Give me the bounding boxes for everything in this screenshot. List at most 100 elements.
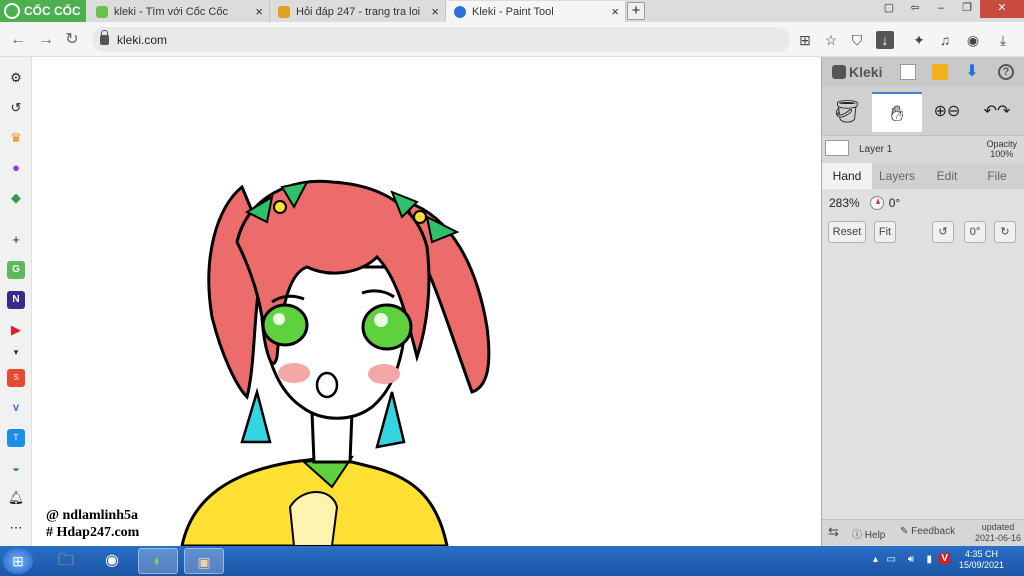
app-window: CỐC CỐC kleki - Tìm với Cốc Cốc × Hỏi đá… — [0, 0, 1024, 576]
profile-icon[interactable]: ◉ — [964, 31, 982, 49]
youtube-icon[interactable]: ▶ — [7, 321, 25, 339]
url-text: kleki.com — [117, 32, 168, 47]
tab-title: kleki - Tìm với Cốc Cốc — [114, 5, 228, 18]
more-icon[interactable]: ⋯ — [7, 519, 25, 537]
game-controller-icon[interactable]: ◆ — [7, 189, 25, 207]
hand-tool-icon[interactable]: ✋︎ — [872, 92, 922, 132]
fit-button[interactable]: Fit — [874, 221, 896, 243]
volume-icon[interactable]: 🔊︎ — [908, 554, 914, 565]
kleki-logo[interactable]: Kleki — [832, 64, 882, 80]
undo-redo-icon[interactable]: ↶↷ — [972, 92, 1022, 132]
bell-icon[interactable]: 🔔︎ — [7, 489, 25, 507]
new-tab-button[interactable]: + — [627, 2, 645, 20]
extensions-icon[interactable]: ✦ — [910, 31, 928, 49]
translate-icon[interactable]: ⊞ — [796, 31, 814, 49]
show-hidden-icons-icon[interactable]: ▴ — [873, 554, 878, 565]
paint-bucket-icon[interactable]: 🪣︎ — [822, 92, 872, 132]
zoom-icon[interactable]: ⊕⊖ — [922, 92, 972, 132]
playlist-icon[interactable]: ♫ — [936, 31, 954, 49]
green-g-icon[interactable]: G — [7, 261, 25, 279]
add-shortcut-icon[interactable]: + — [7, 231, 25, 249]
unikey-icon[interactable]: V — [939, 553, 950, 564]
tab-file[interactable]: File — [972, 163, 1022, 189]
rotate-zero-button[interactable]: 0° — [964, 221, 986, 243]
opacity-value: 100% — [990, 149, 1014, 159]
address-bar: ← → ↻ kleki.com ⊞ ☆ ⛉ ↓ ✦ ♫ ◉ ⤓ — [0, 22, 1024, 57]
tab-hoidap[interactable]: Hỏi đáp 247 - trang tra loi × — [270, 1, 446, 22]
help-icon[interactable]: ? — [998, 64, 1014, 80]
swap-icon[interactable]: ⇆ — [828, 524, 839, 540]
left-eye — [261, 303, 309, 347]
clock-date: 15/09/2021 — [958, 560, 1004, 570]
layer-name: Layer 1 — [859, 144, 893, 155]
new-image-icon[interactable] — [900, 64, 916, 80]
crown-icon[interactable]: ♛ — [7, 129, 25, 147]
open-folder-icon[interactable] — [932, 64, 948, 80]
tab-hand[interactable]: Hand — [822, 163, 872, 189]
vtv-icon[interactable]: V — [7, 399, 25, 417]
start-button[interactable]: ⊞ — [3, 548, 33, 574]
tab-kleki-paint[interactable]: Kleki - Paint Tool × — [446, 1, 626, 22]
tab-kleki-search[interactable]: kleki - Tìm với Cốc Cốc × — [88, 1, 270, 22]
back-arrow-icon[interactable]: ⇦ — [902, 0, 928, 18]
drawing-illustration — [180, 179, 491, 546]
chevron-down-icon[interactable]: ▾ — [7, 343, 25, 361]
downloads-icon[interactable]: ⤓ — [994, 31, 1012, 49]
messenger-icon[interactable]: ● — [7, 159, 25, 177]
bookmark-star-icon[interactable]: ☆ — [822, 31, 840, 49]
chrome-icon[interactable]: ◉ — [92, 548, 132, 574]
angle-value: 0° — [888, 196, 901, 210]
kleki-logo-text: Kleki — [849, 64, 883, 80]
tiki-icon[interactable]: T — [7, 429, 25, 447]
left-blush — [278, 363, 310, 383]
kleki-footer: ⇆ ⓘ Help ✎ Feedback updated 2021-06-16 — [822, 519, 1024, 546]
updated-date: 2021-06-16 — [974, 533, 1021, 543]
coccoc-taskbar-icon[interactable]: ◐ — [138, 548, 178, 574]
compass-icon — [869, 196, 884, 210]
tab-bar: CỐC CỐC kleki - Tìm với Cốc Cốc × Hỏi đá… — [0, 0, 1024, 22]
close-tab-icon[interactable]: × — [255, 4, 263, 19]
kleki-toolbar: 🪣︎ ✋︎ ⊕⊖ ↶↷ — [822, 87, 1024, 135]
back-button[interactable]: ← — [8, 30, 28, 50]
help-link[interactable]: ⓘ Help — [852, 526, 885, 541]
restore-button[interactable]: ❐ — [954, 0, 980, 18]
updated-label: updated — [981, 522, 1015, 532]
settings-gear-icon[interactable]: ⚙ — [7, 69, 25, 87]
reload-button[interactable]: ↻ — [62, 30, 82, 50]
close-tab-icon[interactable]: × — [611, 4, 619, 19]
clock[interactable]: 4:35 CH 15/09/2021 — [959, 549, 1004, 571]
close-window-button[interactable]: ✕ — [980, 0, 1024, 18]
right-earring — [375, 391, 406, 449]
feedback-link[interactable]: ✎ Feedback — [900, 526, 955, 537]
file-explorer-icon[interactable]: 🗀︎ — [46, 548, 86, 574]
tab-search-icon[interactable]: ▢ — [876, 0, 902, 18]
network-icon[interactable]: ▮ — [926, 554, 932, 565]
kleki-panel: Kleki ⬇ ? 🪣︎ ✋︎ ⊕⊖ ↶↷ Layer 1 Opacity 10… — [821, 57, 1024, 546]
download-icon[interactable]: ⬇ — [964, 64, 980, 80]
paint-app-icon[interactable]: ▣ — [184, 548, 224, 574]
minimize-button[interactable]: – — [928, 0, 954, 18]
device-icon[interactable]: ▭ — [887, 554, 896, 565]
history-icon[interactable]: ↺ — [7, 99, 25, 117]
rotate-right-icon[interactable]: ↻ — [994, 221, 1016, 243]
right-eye — [361, 303, 413, 351]
tab-layers[interactable]: Layers — [872, 163, 922, 189]
coccoc-brand-button[interactable]: CỐC CỐC — [0, 0, 86, 22]
close-tab-icon[interactable]: × — [431, 4, 439, 19]
forward-button[interactable]: → — [36, 30, 56, 50]
shopee-icon[interactable]: S — [7, 369, 25, 387]
lock-icon — [100, 29, 109, 45]
tab-edit[interactable]: Edit — [922, 163, 972, 189]
layer-preview[interactable]: Layer 1 Opacity 100% — [822, 135, 1024, 163]
download-savior-icon[interactable]: ↓ — [876, 31, 894, 49]
onenote-n-icon[interactable]: N — [7, 291, 25, 309]
drawing-canvas[interactable]: @ ndlamlinh5a # Hdap247.com — [32, 57, 821, 546]
turtle-icon[interactable]: ◒ — [7, 459, 25, 477]
reset-button[interactable]: Reset — [828, 221, 866, 243]
right-eye-highlight — [374, 313, 388, 327]
rotate-left-icon[interactable]: ↺ — [932, 221, 954, 243]
url-input[interactable]: kleki.com — [92, 27, 790, 52]
shield-icon[interactable]: ⛉ — [848, 31, 866, 49]
hand — [288, 491, 339, 546]
left-bow-knot — [273, 200, 287, 214]
